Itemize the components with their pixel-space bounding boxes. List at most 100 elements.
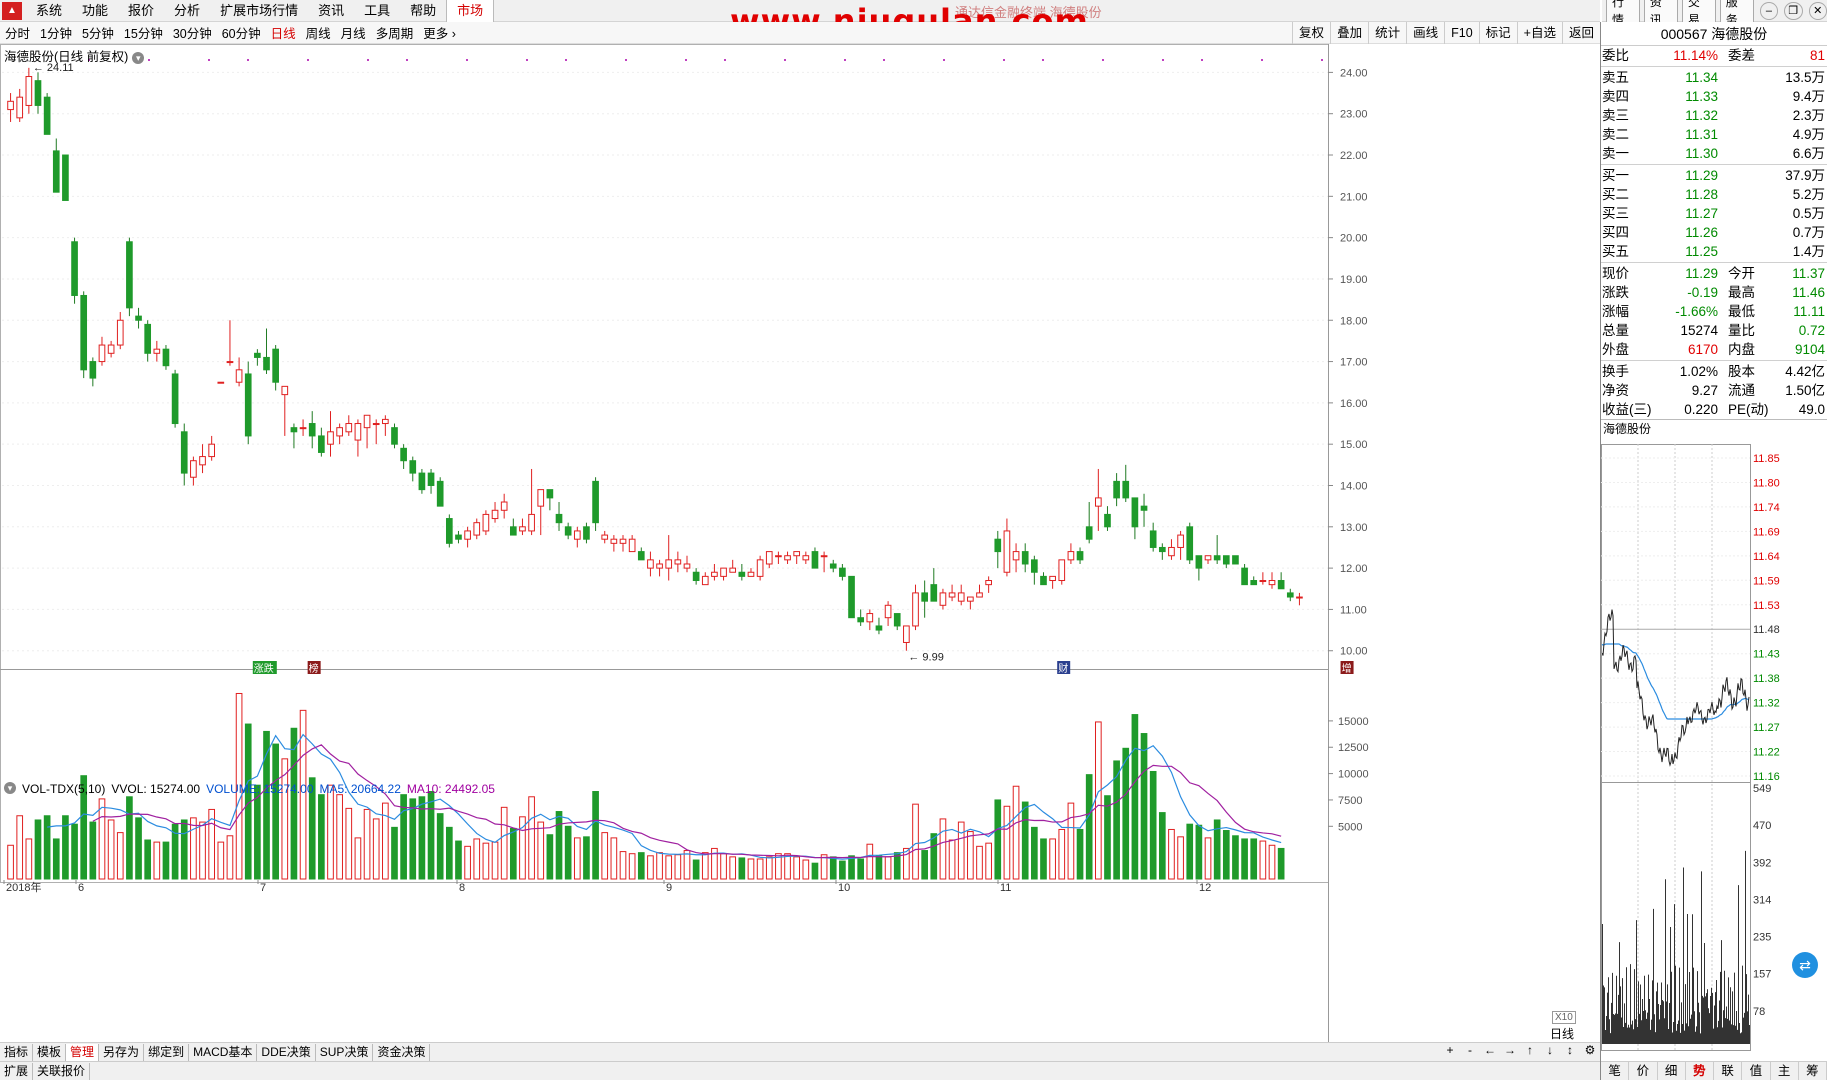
- menu-item-analysis[interactable]: 分析: [164, 0, 210, 22]
- chevron-down-icon[interactable]: ▾: [132, 52, 145, 64]
- panel-tab-1[interactable]: 价: [1629, 1062, 1658, 1080]
- settings-icon[interactable]: ⚙: [1580, 1043, 1600, 1057]
- overlay-button[interactable]: 叠加: [1330, 22, 1368, 44]
- volume-bar: [153, 841, 161, 880]
- kline-chart[interactable]: 24.00 23.00 22.00 21.00 20.00 19.00 18.00 17.00…: [0, 44, 1600, 1042]
- volume-bar: [656, 852, 663, 880]
- tab-fund[interactable]: 资金决策: [373, 1043, 431, 1061]
- period-monthly[interactable]: 月线: [336, 23, 371, 42]
- candle: [299, 419, 307, 436]
- candle: [98, 336, 106, 366]
- ask-row-cell-3: 4.9万: [1792, 127, 1825, 142]
- arrow-up-icon[interactable]: ↑: [1520, 1043, 1540, 1057]
- menu-item-info[interactable]: 资讯: [308, 0, 354, 22]
- candle: [43, 93, 51, 135]
- candle-body: [43, 96, 51, 135]
- candle-body: [1067, 551, 1075, 561]
- period-15min[interactable]: 15分钟: [119, 23, 168, 42]
- volume-bar: [372, 818, 380, 880]
- panel-tab-4[interactable]: 联: [1714, 1062, 1743, 1080]
- menu-item-system[interactable]: 系统: [26, 0, 72, 22]
- tab-indicator[interactable]: 指标: [0, 1043, 34, 1061]
- candle-body: [820, 555, 828, 558]
- x10-badge[interactable]: X10: [1552, 1011, 1576, 1024]
- tab-save-as[interactable]: 另存为: [99, 1043, 145, 1061]
- period-more[interactable]: 更多 ›: [418, 23, 461, 42]
- mini-volume-tick: 314: [1753, 894, 1771, 906]
- candle-body: [1122, 480, 1130, 499]
- period-1min[interactable]: 1分钟: [35, 23, 77, 42]
- arrow-right-icon[interactable]: →: [1500, 1043, 1520, 1057]
- tab-template[interactable]: 模板: [33, 1043, 67, 1061]
- zoom-out-icon[interactable]: -: [1460, 1043, 1480, 1057]
- tab-dde[interactable]: DDE决策: [257, 1043, 316, 1061]
- candle: [162, 345, 170, 370]
- tab-manage[interactable]: 管理: [66, 1043, 100, 1061]
- zoom-in-icon[interactable]: +: [1440, 1043, 1460, 1057]
- volume-bar: [683, 850, 691, 880]
- tab-sup[interactable]: SUP决策: [316, 1043, 374, 1061]
- volume-bar: [1195, 824, 1203, 880]
- menu-item-help[interactable]: 帮助: [400, 0, 446, 22]
- period-weekly[interactable]: 周线: [301, 23, 336, 42]
- price-tick-label: 11.00: [1340, 604, 1367, 616]
- add-watchlist-button[interactable]: +自选: [1516, 22, 1562, 44]
- tab-related-quote[interactable]: 关联报价: [33, 1062, 91, 1080]
- candle: [930, 568, 938, 602]
- mark-button[interactable]: 标记: [1478, 22, 1517, 44]
- panel-tab-6[interactable]: 主: [1771, 1062, 1799, 1080]
- candle: [1067, 543, 1075, 564]
- volume-bar: [784, 853, 791, 880]
- period-multi[interactable]: 多周期: [371, 23, 419, 42]
- ask-row-cell-2: [1718, 87, 1768, 106]
- back-button[interactable]: 返回: [1561, 22, 1600, 44]
- adjust-button[interactable]: 复权: [1292, 22, 1330, 44]
- menu-item-quote[interactable]: 报价: [118, 0, 164, 22]
- panel-tab-7[interactable]: 筹: [1799, 1062, 1827, 1080]
- close-icon[interactable]: ✕: [1808, 1, 1827, 20]
- tab-extend[interactable]: 扩展: [0, 1062, 34, 1080]
- minimize-icon[interactable]: –: [1759, 1, 1779, 20]
- stat-row-cell-0: 总量: [1602, 323, 1629, 338]
- panel-tab-2[interactable]: 细: [1658, 1062, 1686, 1080]
- draw-button[interactable]: 画线: [1406, 22, 1444, 44]
- date-tick-label: 2018年: [6, 880, 41, 894]
- candle-body: [290, 427, 298, 433]
- stat2-row-cell-2: 流通: [1728, 383, 1755, 398]
- menu-item-market[interactable]: 市场: [446, 0, 495, 22]
- tab-macd[interactable]: MACD基本: [189, 1043, 258, 1061]
- stats-button[interactable]: 统计: [1368, 22, 1406, 44]
- resize-icon[interactable]: ↕: [1560, 1043, 1580, 1057]
- menu-item-ext-market[interactable]: 扩展市场行情: [210, 0, 308, 22]
- panel-tab-5[interactable]: 值: [1742, 1062, 1771, 1080]
- arrow-left-icon[interactable]: ←: [1480, 1043, 1500, 1057]
- period-60min[interactable]: 60分钟: [217, 23, 266, 42]
- arrow-down-icon[interactable]: ↓: [1540, 1043, 1560, 1057]
- restore-icon[interactable]: ❐: [1784, 1, 1803, 20]
- vol-indicator-name[interactable]: VOL-TDX(5,10): [22, 782, 105, 796]
- period-5min[interactable]: 5分钟: [77, 23, 119, 42]
- float-switch-icon[interactable]: ⇄: [1792, 952, 1818, 978]
- candle-body: [985, 580, 992, 586]
- panel-tab-3[interactable]: 势: [1686, 1062, 1714, 1080]
- panel-tab-0[interactable]: 笔: [1601, 1062, 1630, 1080]
- candle-body: [1003, 530, 1011, 573]
- volume-bar: [1268, 844, 1276, 880]
- candle-body: [656, 563, 663, 569]
- volume-bar: [327, 784, 334, 880]
- chevron-down-icon[interactable]: ▾: [4, 782, 16, 794]
- price-tick-label: 13.00: [1340, 522, 1368, 534]
- menu-item-tools[interactable]: 工具: [354, 0, 400, 22]
- stat2-row-cell-0: 收益(三): [1602, 402, 1652, 417]
- period-30min[interactable]: 30分钟: [168, 23, 217, 42]
- candle-body: [144, 323, 152, 354]
- stock-header[interactable]: 000567 海德股份: [1601, 22, 1827, 46]
- candle: [254, 349, 261, 366]
- period-daily[interactable]: 日线: [266, 23, 301, 42]
- menu-item-function[interactable]: 功能: [72, 0, 118, 22]
- tab-bind-to[interactable]: 绑定到: [144, 1043, 190, 1061]
- candle-body: [1296, 596, 1303, 599]
- f10-button[interactable]: F10: [1444, 22, 1479, 44]
- candle: [528, 468, 535, 536]
- period-tick[interactable]: 分时: [0, 23, 35, 42]
